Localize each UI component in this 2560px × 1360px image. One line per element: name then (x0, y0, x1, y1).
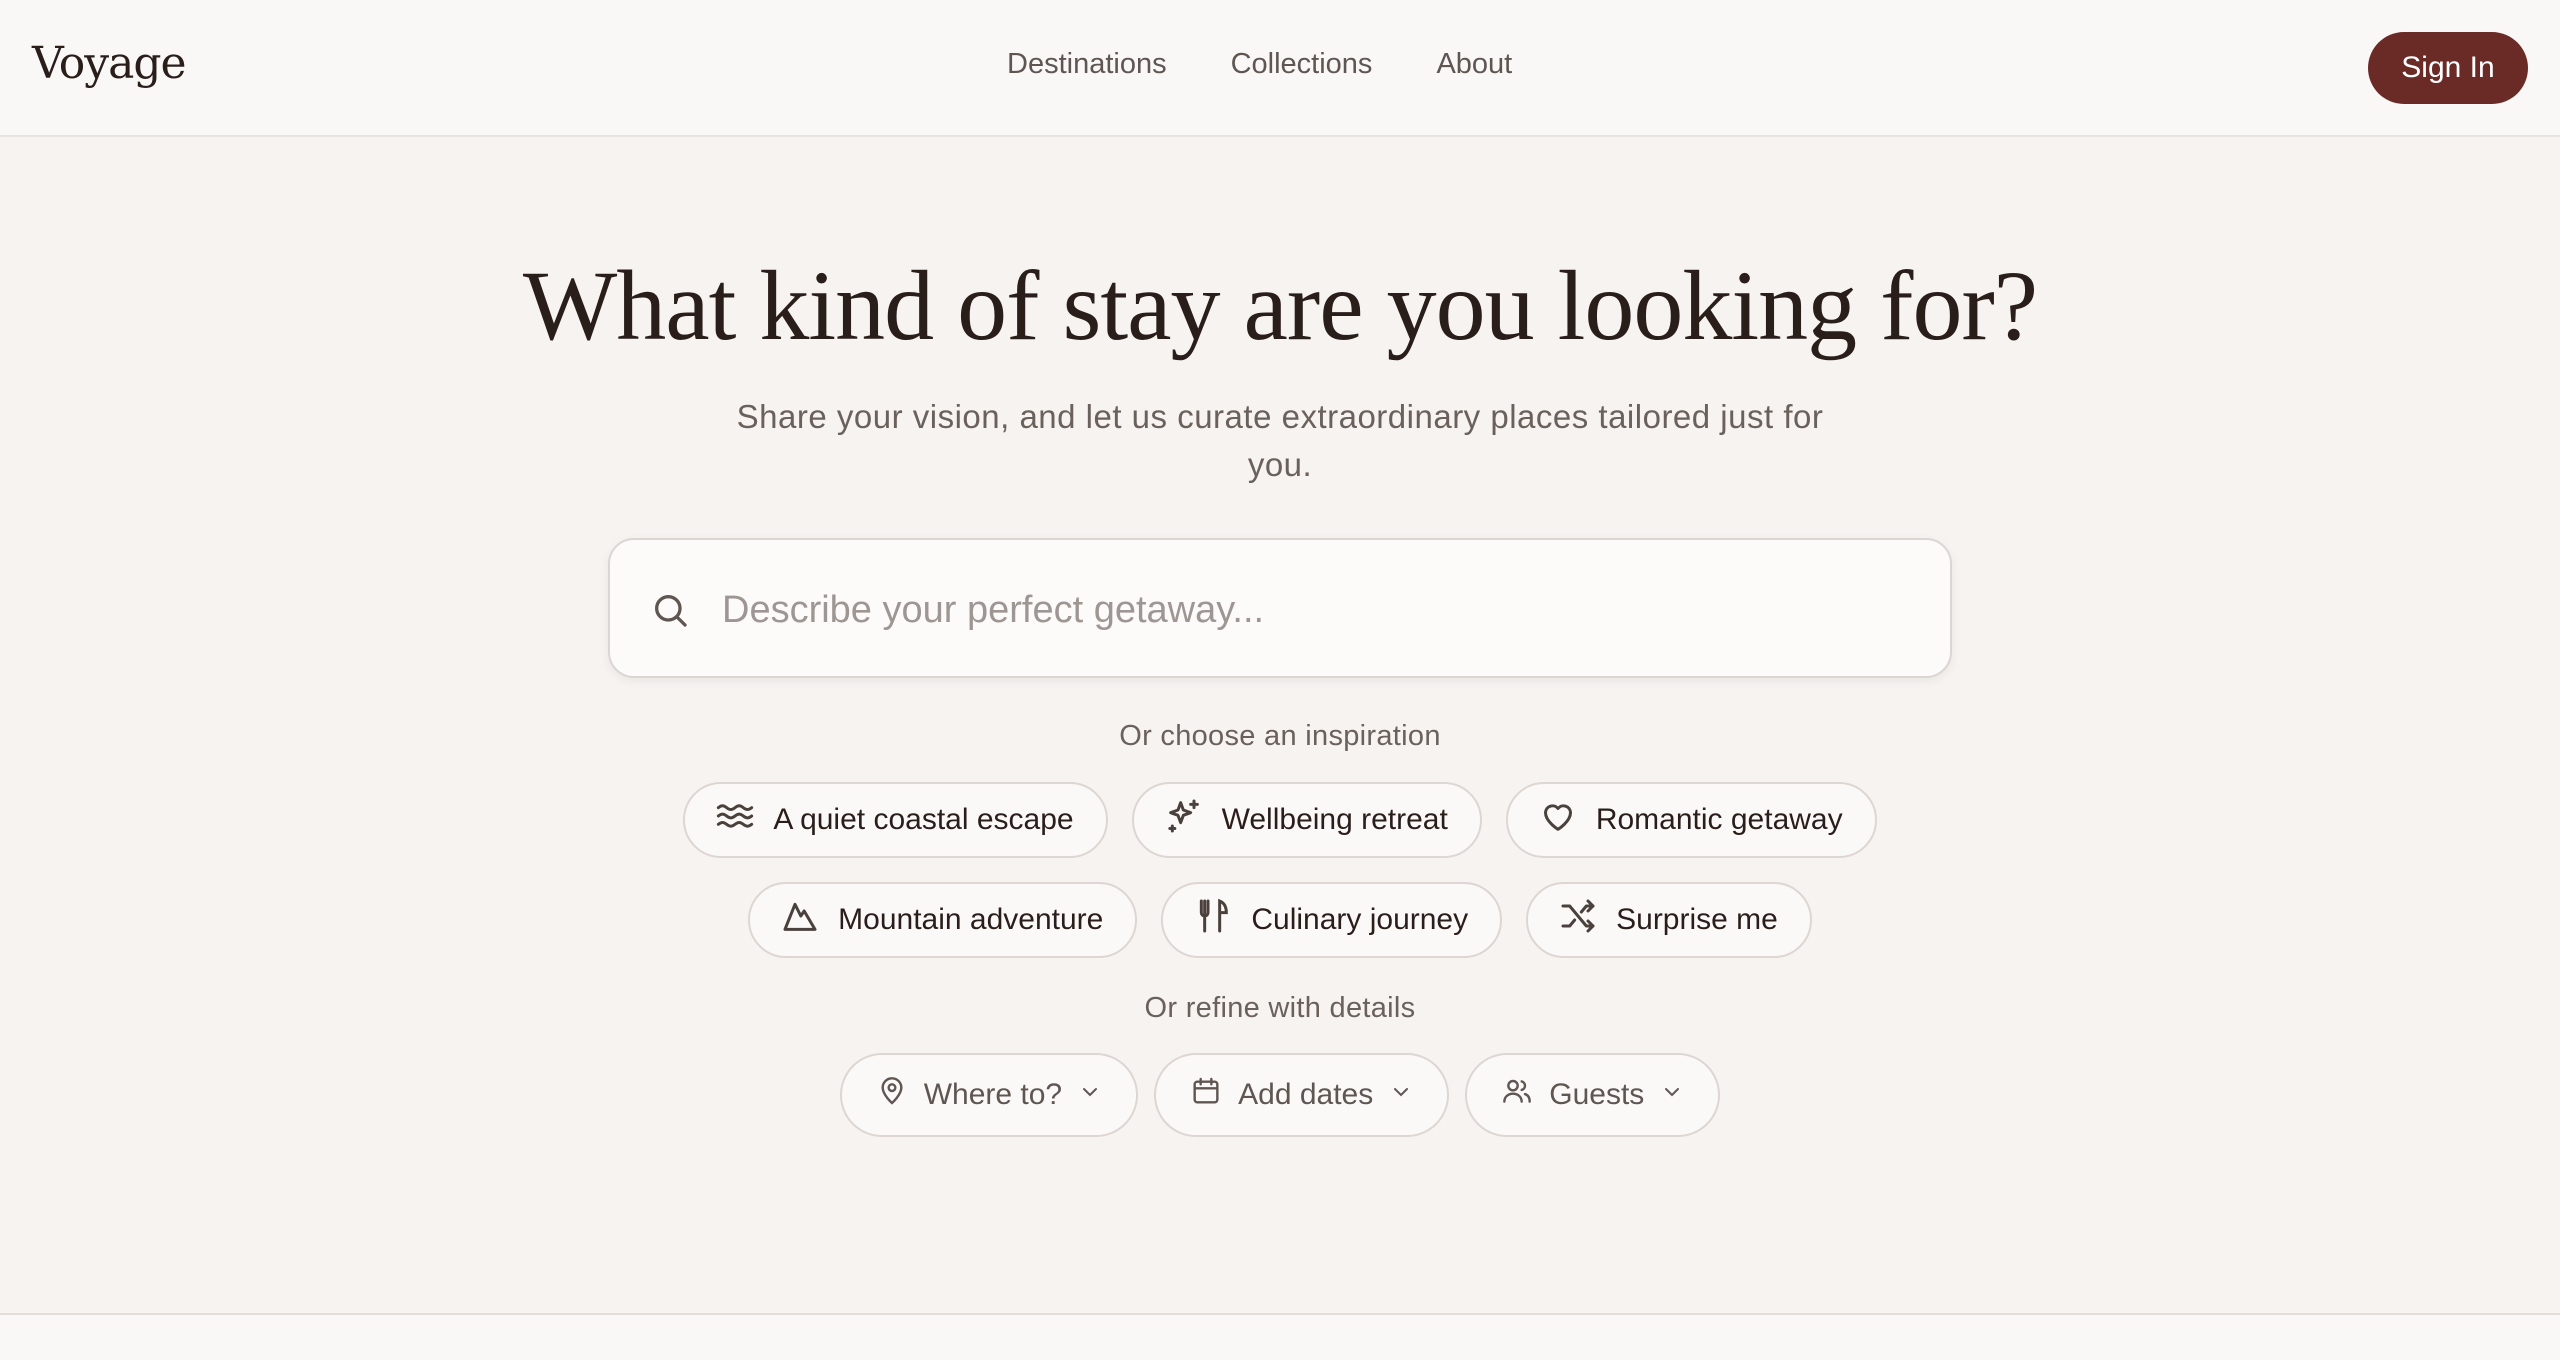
chevron-down-icon (1389, 1078, 1413, 1112)
nav-destinations[interactable]: Destinations (1007, 48, 1167, 81)
map-pin-icon (876, 1075, 908, 1115)
chip-label: Romantic getaway (1595, 803, 1843, 836)
guests-dropdown[interactable]: Guests (1465, 1053, 1721, 1137)
filter-label: Where to? (923, 1078, 1063, 1111)
chip-label: Culinary journey (1251, 903, 1469, 936)
chevron-down-icon (1078, 1078, 1102, 1112)
chip-culinary-journey[interactable]: Culinary journey (1161, 882, 1503, 958)
page-title: What kind of stay are you looking for? (522, 250, 2038, 361)
chevron-down-icon (1660, 1078, 1684, 1112)
search-input[interactable] (722, 570, 1902, 650)
page-subtitle: Share your vision, and let us curate ext… (736, 398, 1824, 483)
where-to-dropdown[interactable]: Where to? (839, 1053, 1139, 1137)
chip-label: Mountain adventure (838, 903, 1104, 936)
inspiration-row-1: A quiet coastal escape Wellbeing retreat… (0, 782, 2560, 858)
users-icon (1501, 1075, 1533, 1115)
search-box[interactable] (608, 538, 1952, 678)
heart-icon (1538, 796, 1578, 844)
sparkles-icon (1164, 796, 1204, 844)
chip-label: A quiet coastal escape (773, 803, 1074, 836)
chip-romantic-getaway[interactable]: Romantic getaway (1505, 782, 1877, 858)
filter-label: Guests (1549, 1078, 1645, 1111)
sign-in-button[interactable]: Sign In (2368, 32, 2528, 104)
chip-surprise-me[interactable]: Surprise me (1526, 882, 1812, 958)
top-header: Voyage Destinations Collections About Si… (0, 0, 2560, 137)
chip-coastal-escape[interactable]: A quiet coastal escape (683, 782, 1108, 858)
filter-label: Add dates (1238, 1078, 1374, 1111)
mountain-icon (780, 896, 820, 944)
search-icon (650, 590, 690, 635)
waves-icon (715, 796, 755, 844)
refine-label: Or refine with details (1144, 992, 1416, 1024)
calendar-icon (1190, 1075, 1222, 1115)
inspiration-row-2: Mountain adventure Culinary journey Surp… (0, 882, 2560, 958)
chip-label: Surprise me (1616, 903, 1778, 936)
refine-filters: Where to? Add dates Guests (0, 1053, 2560, 1137)
chip-mountain-adventure[interactable]: Mountain adventure (748, 882, 1138, 958)
utensils-icon (1193, 896, 1233, 944)
main-nav: Destinations Collections About (1007, 48, 1576, 81)
nav-about[interactable]: About (1436, 48, 1512, 81)
footer-divider (0, 1313, 2560, 1360)
add-dates-dropdown[interactable]: Add dates (1154, 1053, 1450, 1137)
nav-collections[interactable]: Collections (1231, 48, 1373, 81)
chip-wellbeing-retreat[interactable]: Wellbeing retreat (1131, 782, 1482, 858)
inspiration-label: Or choose an inspiration (1119, 720, 1441, 752)
logo[interactable]: Voyage (32, 38, 187, 89)
shuffle-icon (1558, 896, 1598, 944)
chip-label: Wellbeing retreat (1221, 803, 1448, 836)
